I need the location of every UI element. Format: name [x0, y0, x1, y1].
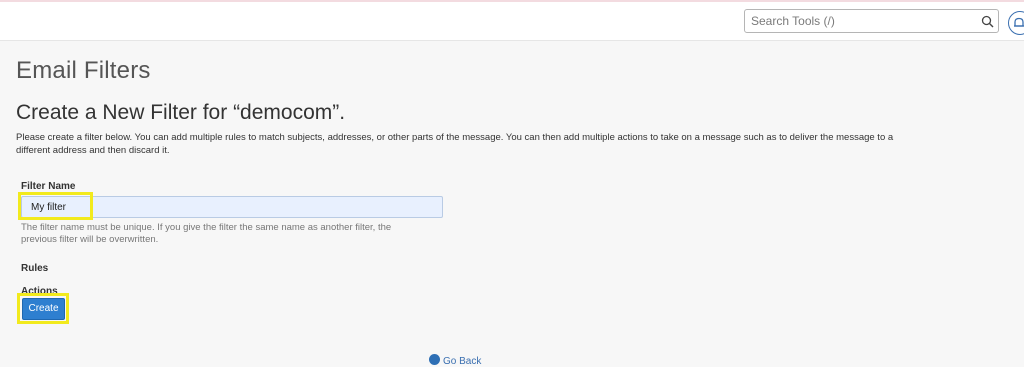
search-icon[interactable]: [981, 15, 994, 28]
go-back-link[interactable]: Go Back: [429, 354, 482, 367]
rules-label: Rules: [21, 263, 49, 274]
bell-icon: [1014, 17, 1024, 27]
filter-heading: Create a New Filter for “democom”.: [16, 101, 346, 124]
filter-name-label: Filter Name: [21, 181, 76, 192]
page-title: Email Filters: [16, 57, 151, 84]
actions-label: Actions: [21, 286, 58, 297]
go-back-label: Go Back: [443, 356, 482, 367]
search-input[interactable]: [745, 10, 973, 32]
notifications-button[interactable]: [1008, 11, 1024, 35]
filter-name-help: The filter name must be unique. If you g…: [21, 222, 392, 245]
search-box[interactable]: [744, 9, 999, 33]
page-description: Please create a filter below. You can ad…: [16, 132, 894, 156]
create-button[interactable]: Create: [22, 298, 65, 320]
top-bar: [0, 2, 1024, 41]
filter-name-input[interactable]: [21, 196, 443, 218]
